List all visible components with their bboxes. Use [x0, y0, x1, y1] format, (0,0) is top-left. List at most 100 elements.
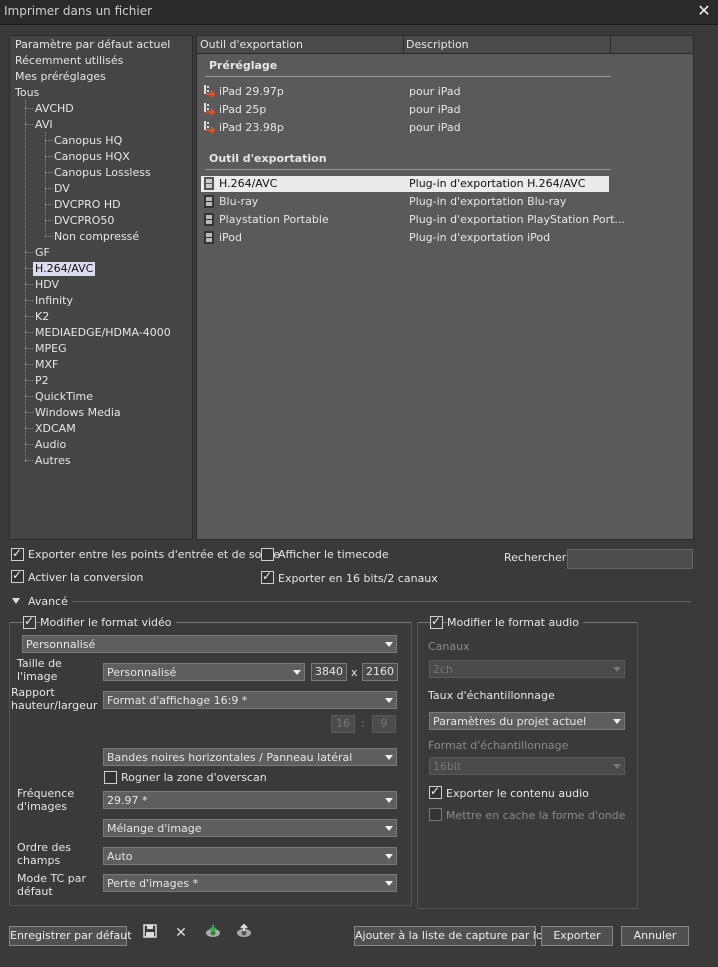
tree-item-hdv[interactable]: HDV	[35, 278, 59, 292]
search-input[interactable]	[567, 549, 693, 569]
chevron-down-icon	[385, 798, 393, 803]
export-preset-icon[interactable]	[235, 923, 253, 942]
import-preset-icon[interactable]	[204, 924, 222, 942]
list-item[interactable]: iPad 29.97p pour iPad	[201, 84, 609, 100]
tree-item-k2[interactable]: K2	[35, 310, 49, 324]
ratio-height-input[interactable]: 9	[372, 715, 396, 733]
tree-item-current-default[interactable]: Paramètre par défaut actuel	[15, 38, 170, 52]
list-item[interactable]: iPad 23.98p pour iPad	[201, 120, 609, 136]
tree-item-windows-media[interactable]: Windows Media	[35, 406, 121, 420]
preset-group-title: Préréglage	[209, 59, 278, 72]
close-icon[interactable]: ✕	[696, 2, 712, 20]
sample-format-label: Format d'échantillonnage	[428, 739, 569, 752]
tree-item-canopus-hqx[interactable]: Canopus HQX	[54, 150, 130, 164]
exporter-description: Plug-in d'exportation H.264/AVC	[409, 177, 586, 190]
export-audio-label: Exporter le contenu audio	[446, 787, 589, 800]
exporter-description: Plug-in d'exportation iPod	[409, 231, 551, 244]
list-item[interactable]: iPad 25p pour iPad	[201, 102, 609, 118]
delete-icon[interactable]: ✕	[172, 924, 190, 942]
list-header: Outil d'exportation Description	[197, 36, 693, 54]
chevron-down-icon	[385, 826, 393, 831]
enable-conversion-label: Activer la conversion	[28, 571, 144, 584]
advanced-toggle[interactable]: Avancé	[28, 595, 68, 608]
letterbox-dropdown[interactable]: Bandes noires horizontales / Panneau lat…	[103, 748, 397, 766]
image-size-dropdown[interactable]: Personnalisé	[103, 663, 305, 681]
export-button[interactable]: Exporter	[541, 926, 613, 946]
image-size-value: Personnalisé	[107, 666, 177, 679]
frame-blend-dropdown[interactable]: Mélange d'image	[103, 819, 397, 837]
preset-description: pour iPad	[409, 103, 461, 116]
tc-mode-value: Perte d'images *	[107, 877, 199, 890]
category-tree: Paramètre par défaut actuel Récemment ut…	[9, 35, 193, 540]
export-inout-checkbox[interactable]	[11, 546, 24, 561]
export-audio-checkbox[interactable]	[429, 784, 442, 799]
frame-rate-value: 29.97 *	[107, 794, 148, 807]
tree-item-mxf[interactable]: MXF	[35, 358, 58, 372]
list-item[interactable]: Blu-ray Plug-in d'exportation Blu-ray	[201, 194, 609, 210]
list-item[interactable]: Playstation Portable Plug-in d'exportati…	[201, 212, 625, 228]
export-inout-label: Exporter entre les points d'entrée et de…	[28, 548, 281, 561]
tree-item-quicktime[interactable]: QuickTime	[35, 390, 93, 404]
show-timecode-checkbox[interactable]	[261, 548, 274, 561]
column-header-exporter[interactable]: Outil d'exportation	[200, 38, 303, 51]
tree-item-avchd[interactable]: AVCHD	[35, 102, 74, 116]
tree-item-p2[interactable]: P2	[35, 374, 49, 388]
tree-item-uncompressed[interactable]: Non compressé	[54, 230, 139, 244]
tree-item-canopus-lossless[interactable]: Canopus Lossless	[54, 166, 151, 180]
tree-item-my-presets[interactable]: Mes préréglages	[15, 70, 106, 84]
ratio-width-input[interactable]: 16	[331, 715, 355, 733]
channels-dropdown[interactable]: 2ch	[429, 660, 625, 678]
modify-video-checkbox[interactable]	[23, 614, 36, 629]
tree-item-gf[interactable]: GF	[35, 246, 50, 260]
chevron-down-icon[interactable]	[12, 598, 20, 604]
list-item-selected[interactable]: H.264/AVC Plug-in d'exportation H.264/AV…	[201, 176, 609, 192]
tree-item-avi[interactable]: AVI	[35, 118, 53, 132]
crop-overscan-checkbox[interactable]	[104, 771, 117, 784]
modify-audio-checkbox[interactable]	[430, 614, 443, 629]
tree-item-canopus-hq[interactable]: Canopus HQ	[54, 134, 122, 148]
film-icon	[203, 213, 215, 226]
chevron-down-icon	[293, 670, 301, 675]
tree-item-infinity[interactable]: Infinity	[35, 294, 73, 308]
enable-conversion-checkbox[interactable]	[11, 568, 24, 583]
tree-item-dvcpro-hd[interactable]: DVCPRO HD	[54, 198, 121, 212]
exporter-description: Plug-in d'exportation PlayStation Port..…	[409, 213, 625, 226]
field-order-dropdown[interactable]: Auto	[103, 847, 397, 865]
tree-item-recent[interactable]: Récemment utilisés	[15, 54, 123, 68]
tree-item-audio[interactable]: Audio	[35, 438, 66, 452]
sample-rate-dropdown[interactable]: Paramètres du projet actuel	[429, 712, 625, 730]
export-16bit-checkbox[interactable]	[261, 569, 274, 584]
exporter-name: H.264/AVC	[219, 177, 278, 190]
search-label: Rechercher	[504, 551, 567, 564]
sample-format-dropdown[interactable]: 16bit	[429, 757, 625, 775]
tree-item-mpeg[interactable]: MPEG	[35, 342, 67, 356]
modify-audio-label: Modifier le format audio	[447, 616, 583, 629]
tree-item-xdcam[interactable]: XDCAM	[35, 422, 76, 436]
tree-item-mediaedge[interactable]: MEDIAEDGE/HDMA-4000	[35, 326, 171, 340]
preset-icon	[203, 121, 217, 134]
cache-waveform-checkbox[interactable]	[429, 808, 442, 821]
list-item[interactable]: iPod Plug-in d'exportation iPod	[201, 230, 609, 246]
tree-item-h264-selected[interactable]: H.264/AVC	[33, 262, 96, 276]
frame-blend-value: Mélange d'image	[107, 822, 202, 835]
preset-icon	[203, 103, 217, 116]
video-preset-dropdown[interactable]: Personnalisé	[22, 635, 397, 653]
exporter-group-title: Outil d'exportation	[209, 152, 327, 165]
sample-format-value: 16bit	[433, 760, 462, 773]
tree-item-all[interactable]: Tous	[15, 86, 39, 100]
film-icon	[203, 177, 215, 190]
cancel-button[interactable]: Annuler	[621, 926, 689, 946]
frame-rate-dropdown[interactable]: 29.97 *	[103, 791, 397, 809]
add-to-batch-button[interactable]: Ajouter à la liste de capture par lots	[354, 926, 553, 946]
size-separator: x	[351, 666, 358, 679]
save-default-button[interactable]: Enregistrer par défaut	[9, 926, 132, 946]
width-input[interactable]: 3840	[311, 663, 347, 681]
save-icon[interactable]	[141, 924, 159, 942]
tc-mode-dropdown[interactable]: Perte d'images *	[103, 874, 397, 892]
tree-item-other[interactable]: Autres	[35, 454, 71, 468]
column-header-description[interactable]: Description	[406, 38, 469, 51]
height-input[interactable]: 2160	[362, 663, 398, 681]
tree-item-dvcpro50[interactable]: DVCPRO50	[54, 214, 114, 228]
aspect-ratio-dropdown[interactable]: Format d'affichage 16:9 *	[103, 691, 397, 709]
tree-item-dv[interactable]: DV	[54, 182, 70, 196]
